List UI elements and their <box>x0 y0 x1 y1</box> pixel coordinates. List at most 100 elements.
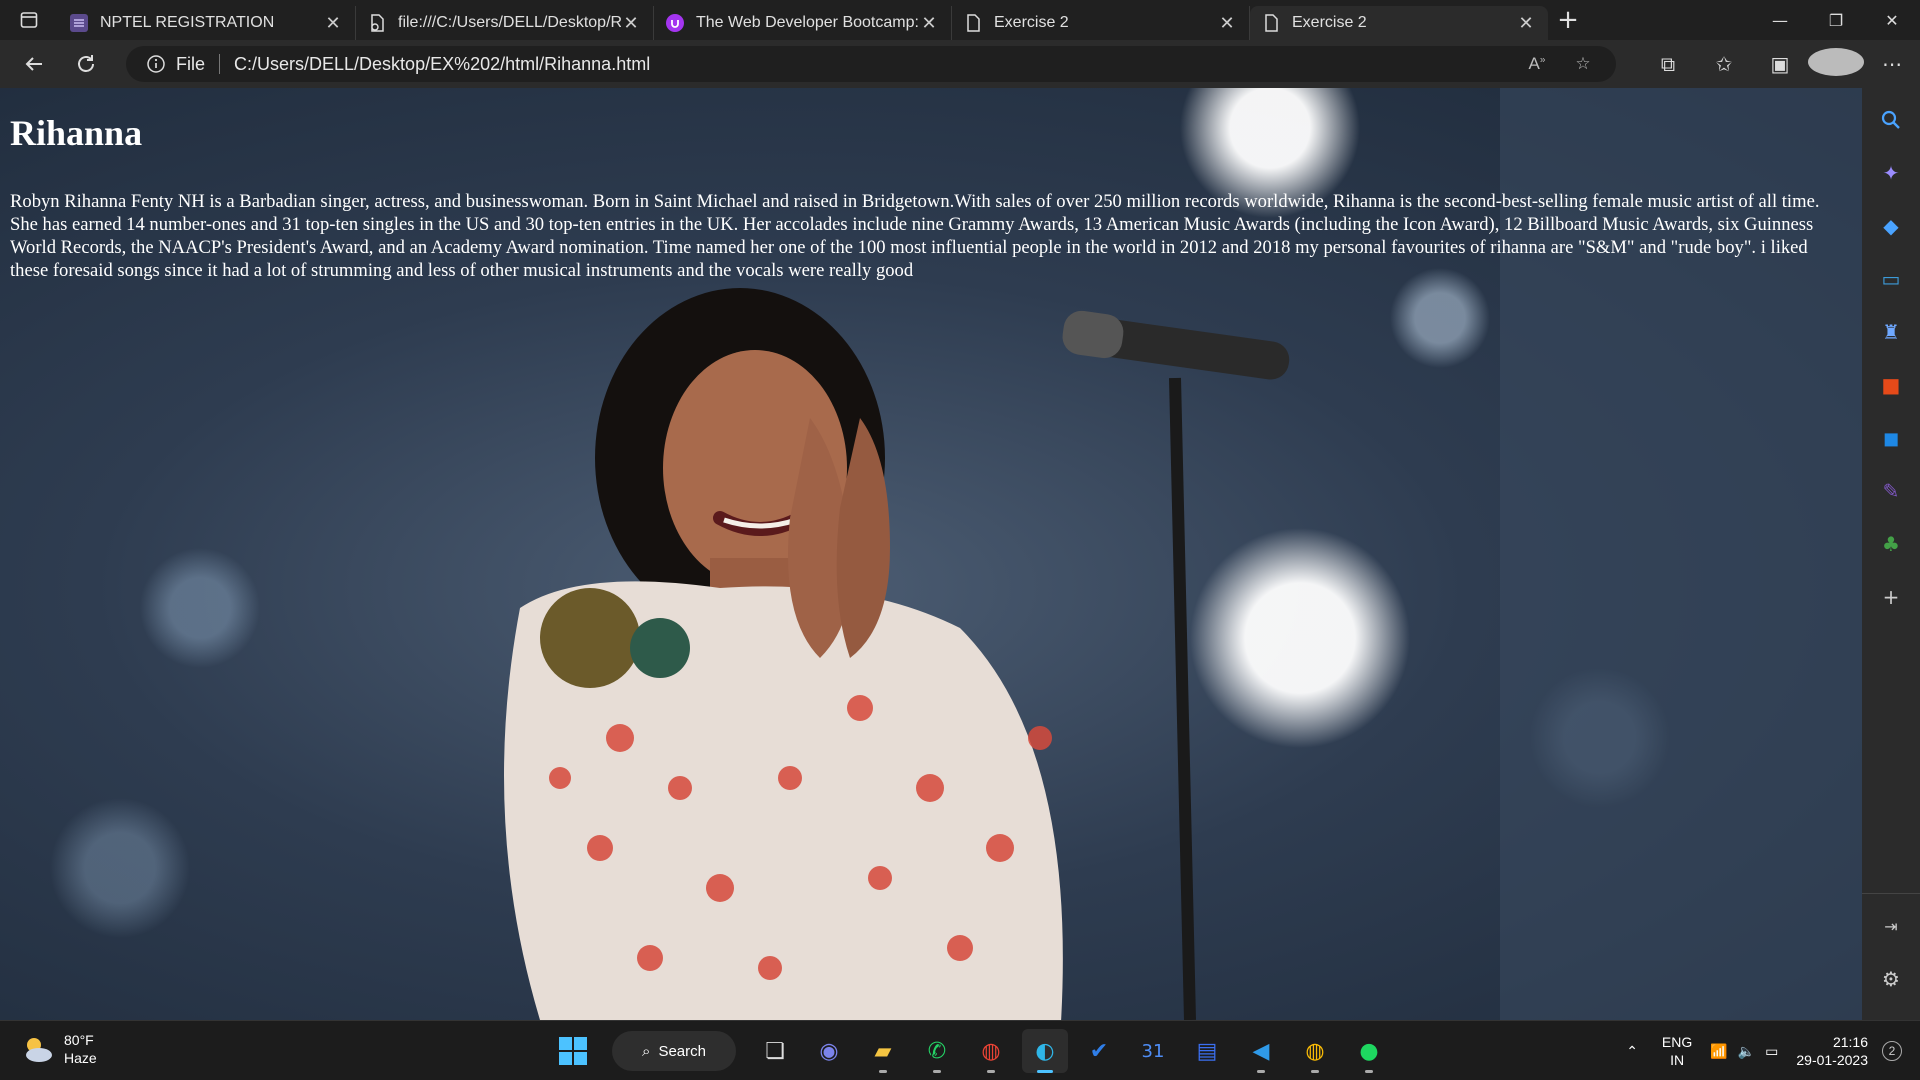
tab-actions-button[interactable] <box>0 0 58 40</box>
taskbar-search[interactable]: ⌕ Search <box>612 1031 736 1071</box>
profile-button[interactable] <box>1808 47 1864 81</box>
read-aloud-icon[interactable]: A» <box>1514 54 1560 74</box>
edge-sidebar: ✦ ◆ ▭ ♜ ■ ◼ ✎ ♣ + ⇥ ⚙ <box>1862 88 1920 1020</box>
clock-time: 21:16 <box>1832 1034 1868 1050</box>
notification-badge[interactable]: 2 <box>1882 1041 1902 1061</box>
running-indicator <box>987 1070 995 1073</box>
favorites-icon[interactable]: ✩ <box>1696 52 1752 76</box>
plus-icon: + <box>1557 5 1579 35</box>
start-button[interactable] <box>550 1029 596 1073</box>
wifi-icon[interactable]: 📶 <box>1710 1043 1727 1060</box>
copilot-icon[interactable]: ✦ <box>1871 151 1911 195</box>
tab-exercise-2[interactable]: Exercise 2 ✕ <box>952 6 1250 40</box>
close-icon[interactable]: ✕ <box>1217 13 1237 34</box>
tab-nptel[interactable]: NPTEL REGISTRATION ✕ <box>58 6 356 40</box>
system-tray: ⌃ ENG IN 📶 🔈 ▭ 21:16 29-01-2023 2 <box>1626 1029 1902 1073</box>
weather-widget[interactable]: 80°F Haze <box>20 1031 97 1067</box>
edge-icon[interactable]: ◐ <box>1022 1029 1068 1073</box>
tab-title: Exercise 2 <box>994 14 1069 31</box>
running-indicator <box>933 1070 941 1073</box>
udemy-icon <box>666 14 684 32</box>
extensions-icon[interactable]: ⧉ <box>1640 52 1696 76</box>
refresh-button[interactable] <box>60 44 112 84</box>
whatsapp-icon[interactable]: ✆ <box>914 1029 960 1073</box>
close-window-button[interactable]: ✕ <box>1864 0 1920 40</box>
toolbar: File C:/Users/DELL/Desktop/EX%202/html/R… <box>0 40 1920 88</box>
chrome-profile-icon[interactable]: ◍ <box>1292 1029 1338 1073</box>
chevron-up-icon[interactable]: ⌃ <box>1626 1043 1638 1060</box>
url-text[interactable]: C:/Users/DELL/Desktop/EX%202/html/Rihann… <box>234 54 650 75</box>
outlook-icon[interactable]: ◼ <box>1871 416 1911 460</box>
drop-icon[interactable]: ✎ <box>1871 469 1911 513</box>
minimize-button[interactable]: — <box>1752 0 1808 40</box>
spotify-icon[interactable]: ● <box>1346 1029 1392 1073</box>
running-indicator <box>879 1070 887 1073</box>
file-link-icon <box>371 14 384 32</box>
tree-icon[interactable]: ♣ <box>1871 522 1911 566</box>
new-tab-button[interactable]: + <box>1548 0 1588 40</box>
language-indicator[interactable]: ENG IN <box>1662 1033 1692 1069</box>
search-icon[interactable] <box>1871 98 1911 142</box>
weather-text: 80°F Haze <box>64 1031 97 1067</box>
task-view-icon[interactable]: ❏ <box>752 1029 798 1073</box>
page-icon <box>1265 14 1278 32</box>
tab-title: The Web Developer Bootcamp: L <box>696 14 919 31</box>
search-label: Search <box>658 1042 706 1060</box>
tab-exercise-2-active[interactable]: Exercise 2 ✕ <box>1250 6 1548 40</box>
window-controls: — ❐ ✕ <box>1752 0 1920 40</box>
restore-button[interactable]: ❐ <box>1808 0 1864 40</box>
address-actions: A» ☆ <box>1514 46 1606 82</box>
address-bar[interactable]: File C:/Users/DELL/Desktop/EX%202/html/R… <box>126 46 1616 82</box>
tab-title: file:///C:/Users/DELL/Desktop/Ri <box>398 14 621 31</box>
avatar <box>1808 47 1864 76</box>
close-icon[interactable]: ✕ <box>323 13 343 34</box>
clock[interactable]: 21:16 29-01-2023 <box>1796 1033 1868 1069</box>
page-icon <box>967 14 980 32</box>
more-icon[interactable]: ⋯ <box>1864 52 1920 76</box>
lang-secondary: IN <box>1670 1052 1685 1068</box>
tab-title: NPTEL REGISTRATION <box>100 14 275 31</box>
chrome-icon[interactable]: ◍ <box>968 1029 1014 1073</box>
shopping-tag-icon[interactable]: ◆ <box>1871 204 1911 248</box>
weather-temp: 80°F <box>64 1032 94 1048</box>
weather-condition: Haze <box>64 1050 97 1066</box>
close-icon[interactable]: ✕ <box>621 13 641 34</box>
tools-icon[interactable]: ▭ <box>1871 257 1911 301</box>
todo-icon[interactable]: ✔ <box>1076 1029 1122 1073</box>
taskbar: 80°F Haze ⌕ Search ❏ ◉ ▰ ✆ ◍ ◐ ✔ 31 ▤ ◀ … <box>0 1020 1920 1080</box>
collections-icon[interactable]: ▣ <box>1752 52 1808 76</box>
clock-date: 29-01-2023 <box>1796 1052 1868 1068</box>
taskbar-apps: ⌕ Search ❏ ◉ ▰ ✆ ◍ ◐ ✔ 31 ▤ ◀ ◍ ● <box>546 1029 1396 1073</box>
gear-icon[interactable]: ⚙ <box>1871 957 1911 1001</box>
arrow-left-icon <box>25 57 42 71</box>
running-indicator <box>1311 1070 1319 1073</box>
hide-sidebar-icon[interactable]: ⇥ <box>1871 904 1911 948</box>
close-icon[interactable]: ✕ <box>1516 13 1536 34</box>
toolbar-actions: ⧉ ✩ ▣ ⋯ <box>1640 40 1920 88</box>
games-icon[interactable]: ♜ <box>1871 310 1911 354</box>
back-button[interactable] <box>8 44 60 84</box>
page-content: Rihanna Robyn Rihanna Fenty NH is a Barb… <box>0 88 1862 1020</box>
office-icon[interactable]: ■ <box>1871 363 1911 407</box>
teams-chat-icon[interactable]: ◉ <box>806 1029 852 1073</box>
tab-udemy[interactable]: The Web Developer Bootcamp: L ✕ <box>654 6 952 40</box>
plus-icon[interactable]: + <box>1871 575 1911 619</box>
tab-file[interactable]: file:///C:/Users/DELL/Desktop/Ri ✕ <box>356 6 654 40</box>
address-separator <box>219 54 221 74</box>
cloudy-weather-icon <box>26 1038 52 1062</box>
store-icon[interactable]: ▤ <box>1184 1029 1230 1073</box>
info-icon <box>147 55 165 73</box>
windows-icon <box>559 1037 587 1065</box>
lang-primary: ENG <box>1661 1034 1693 1050</box>
tab-bar: NPTEL REGISTRATION ✕ file:///C:/Users/DE… <box>0 0 1920 40</box>
tab-title: Exercise 2 <box>1292 14 1367 31</box>
vscode-icon[interactable]: ◀ <box>1238 1029 1284 1073</box>
calendar-icon[interactable]: 31 <box>1130 1029 1176 1073</box>
close-icon[interactable]: ✕ <box>919 13 939 34</box>
file-explorer-icon[interactable]: ▰ <box>860 1029 906 1073</box>
running-indicator <box>1365 1070 1373 1073</box>
battery-icon[interactable]: ▭ <box>1765 1043 1778 1060</box>
volume-icon[interactable]: 🔈 <box>1738 1043 1755 1060</box>
add-favorite-icon[interactable]: ☆ <box>1560 54 1606 74</box>
search-icon: ⌕ <box>642 1042 651 1060</box>
